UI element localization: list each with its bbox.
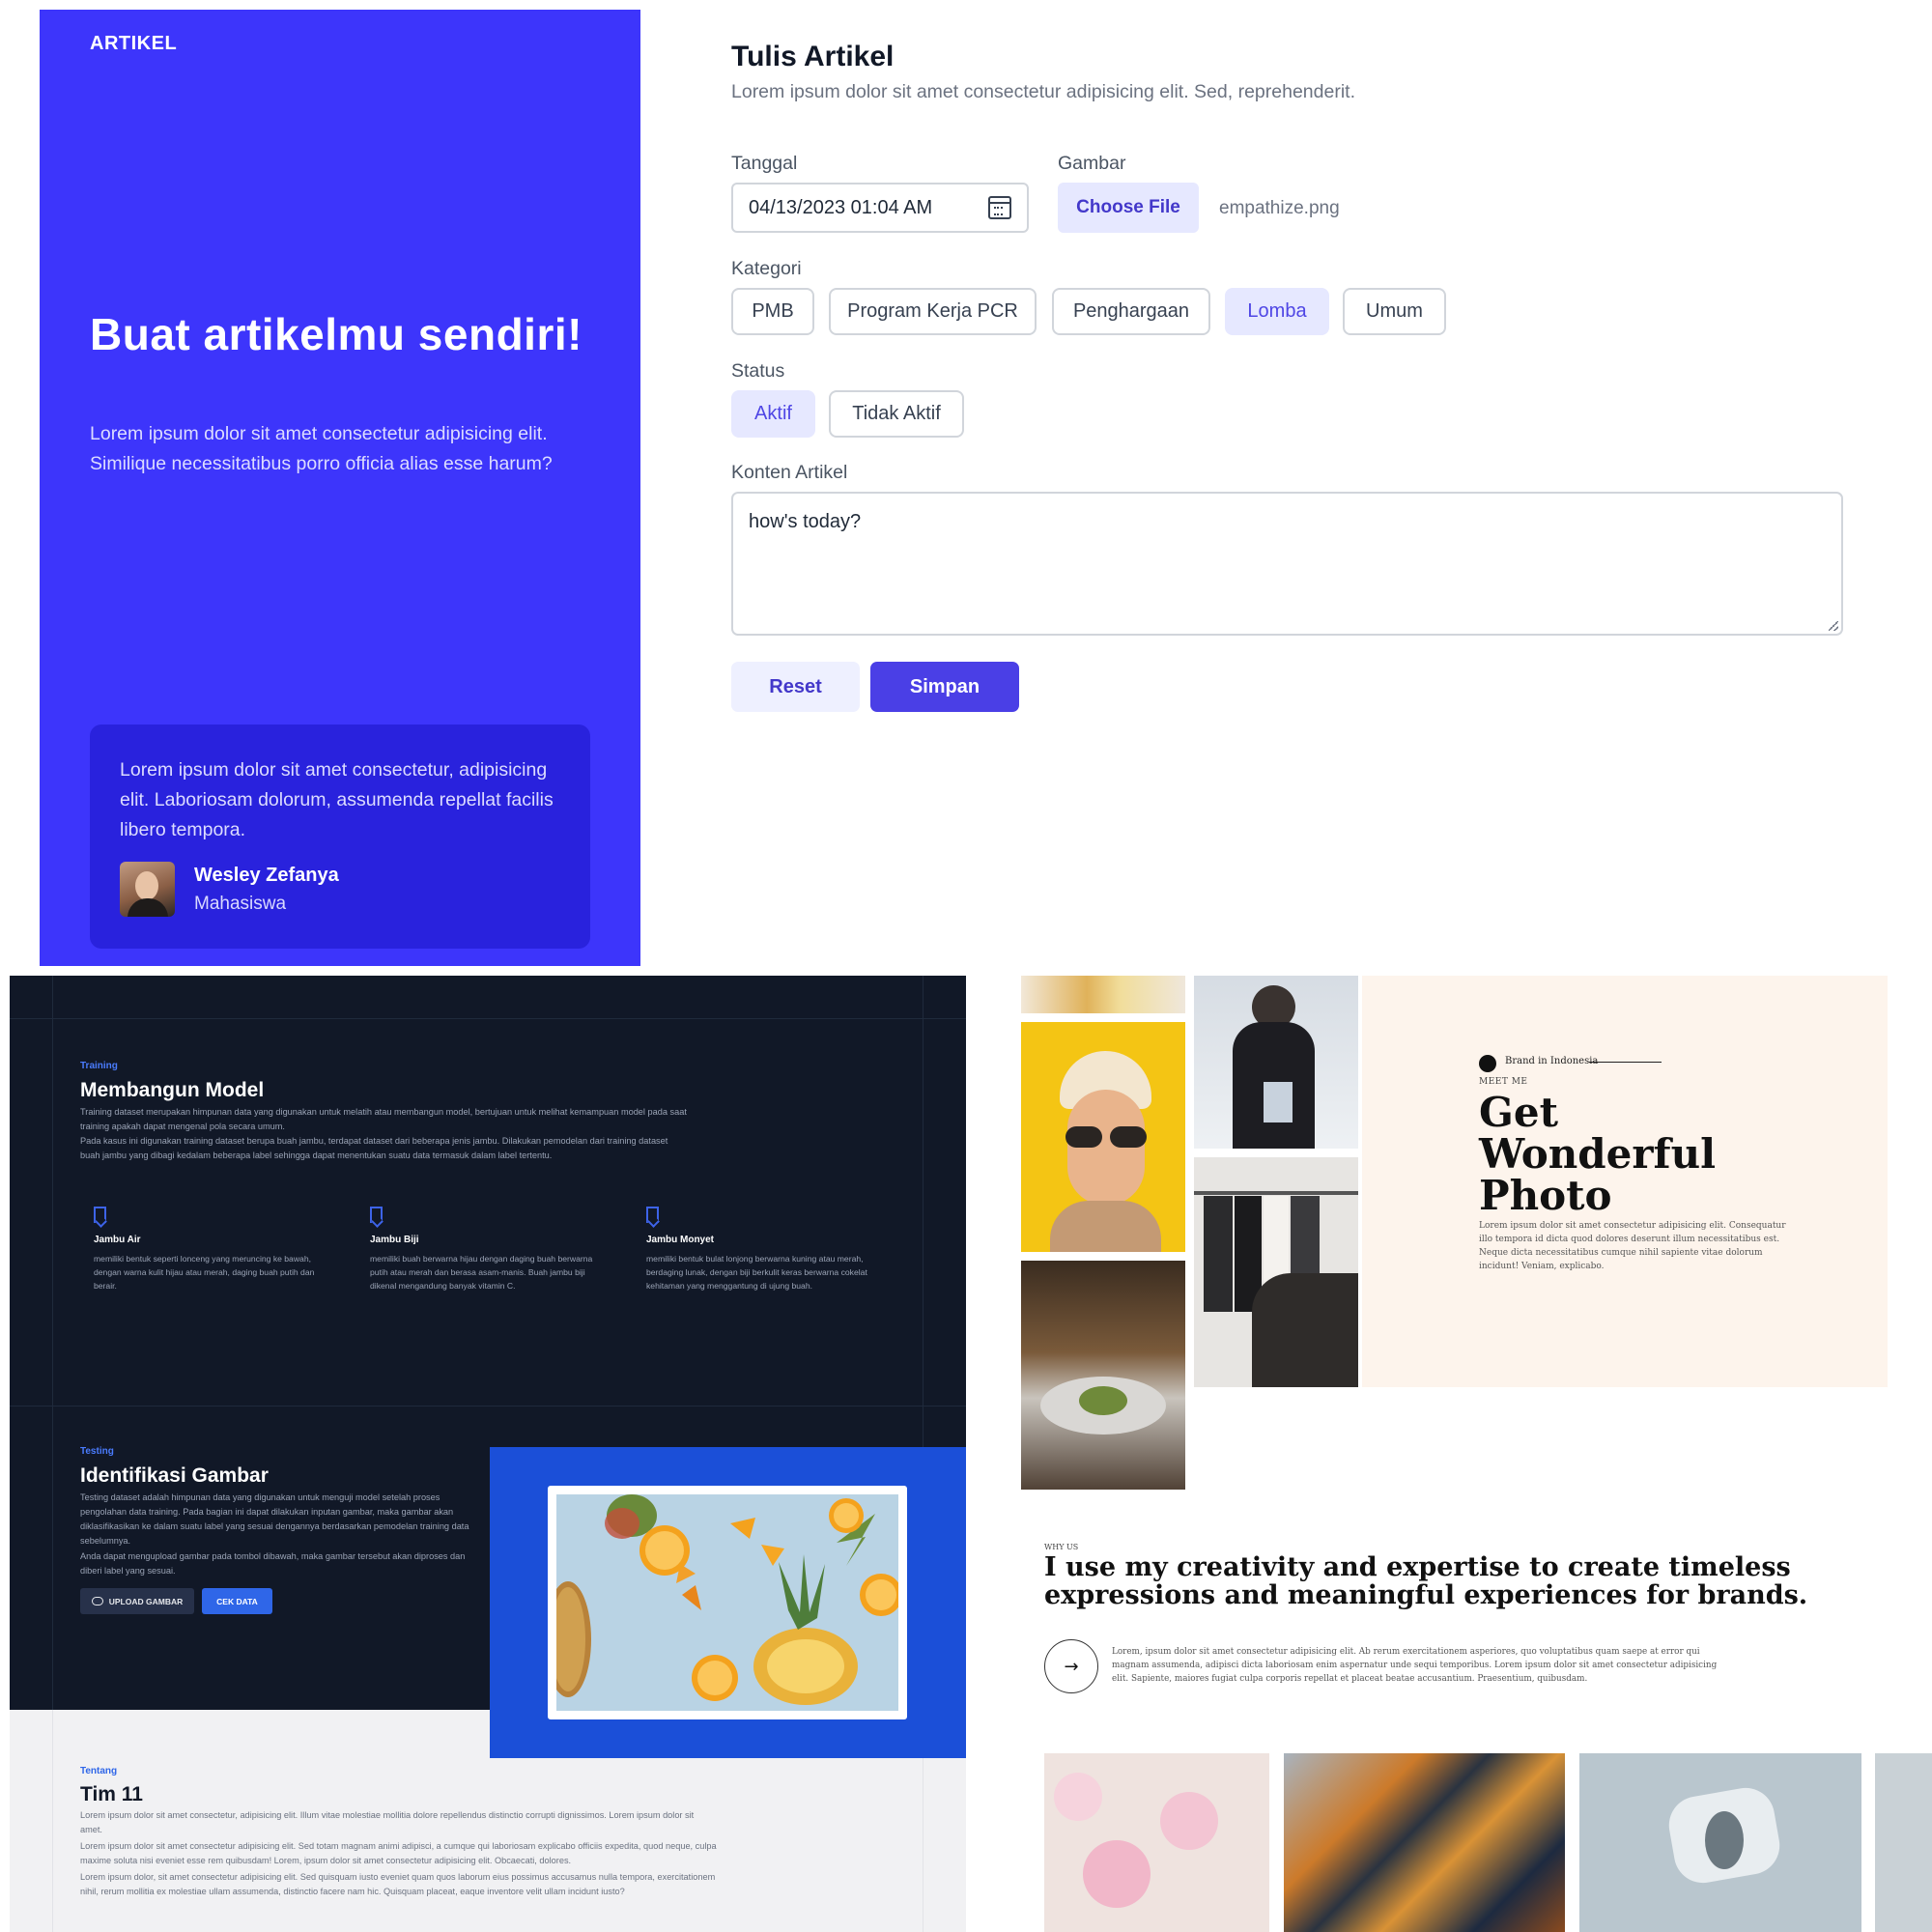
wardrobe-photo bbox=[1194, 1157, 1358, 1387]
training-eyebrow: Training bbox=[80, 1061, 118, 1071]
brand-divider bbox=[1589, 1062, 1662, 1063]
resize-handle-icon[interactable] bbox=[1829, 621, 1838, 631]
upload-label: UPLOAD GAMBAR bbox=[108, 1596, 184, 1606]
card-title: Jambu Monyet bbox=[646, 1235, 715, 1245]
calendar-icon[interactable] bbox=[988, 196, 1011, 219]
card-text: memiliki bentuk seperti lonceng yang mer… bbox=[94, 1254, 315, 1291]
date-value: 04/13/2023 01:04 AM bbox=[749, 196, 933, 218]
brand-label: Brand in Indonesia bbox=[1505, 1056, 1599, 1066]
bookmark-icon bbox=[370, 1207, 383, 1223]
cloud-upload-icon bbox=[91, 1597, 103, 1605]
file-name: empathize.png bbox=[1219, 198, 1340, 218]
meet-eyebrow: MEET ME bbox=[1479, 1077, 1528, 1087]
training-paragraph-2: Pada kasus ini digunakan training datase… bbox=[80, 1136, 668, 1160]
traveler-photo bbox=[1194, 976, 1358, 1149]
testing-title: Identifikasi Gambar bbox=[80, 1464, 269, 1487]
testimonial-card: Lorem ipsum dolor sit amet consectetur, … bbox=[90, 724, 590, 949]
partial-photo bbox=[1875, 1753, 1932, 1932]
why-paragraph: Lorem, ipsum dolor sit amet consectetur … bbox=[1112, 1647, 1718, 1684]
dinner-photo bbox=[1021, 1261, 1185, 1490]
artikel-hero-panel: ARTIKEL Buat artikelmu sendiri! Lorem ip… bbox=[40, 10, 640, 966]
category-label: Kategori bbox=[731, 258, 802, 279]
brand-logo: ARTIKEL bbox=[90, 33, 178, 54]
upload-image-button[interactable]: UPLOAD GAMBAR bbox=[80, 1588, 194, 1614]
category-pmb[interactable]: PMB bbox=[731, 288, 814, 335]
about-paragraph-2: Lorem ipsum dolor sit amet consectetur a… bbox=[80, 1841, 717, 1865]
card-title: Jambu Air bbox=[94, 1235, 141, 1245]
arrow-right-button[interactable]: → bbox=[1044, 1639, 1098, 1693]
save-button[interactable]: Simpan bbox=[870, 662, 1019, 712]
card-text: memiliki buah berwarna hijau dengan dagi… bbox=[370, 1254, 593, 1291]
training-paragraph-1: Training dataset merupakan himpunan data… bbox=[80, 1107, 687, 1131]
reset-button[interactable]: Reset bbox=[731, 662, 860, 712]
bookmark-icon bbox=[646, 1207, 659, 1223]
testing-eyebrow: Testing bbox=[80, 1446, 114, 1457]
about-paragraph-1: Lorem ipsum dolor sit amet consectetur, … bbox=[80, 1810, 695, 1834]
status-aktif[interactable]: Aktif bbox=[731, 390, 815, 438]
training-title: Membangun Model bbox=[80, 1079, 265, 1101]
about-eyebrow: Tentang bbox=[80, 1766, 118, 1776]
figurine-photo bbox=[1021, 976, 1185, 1013]
testing-paragraph-1: Testing dataset adalah himpunan data yan… bbox=[80, 1492, 469, 1546]
portrait-photo bbox=[1021, 1022, 1185, 1252]
category-umum[interactable]: Umum bbox=[1343, 288, 1446, 335]
hero-paragraph: Lorem ipsum dolor sit amet consectetur a… bbox=[1479, 1221, 1786, 1271]
page-title: Tulis Artikel bbox=[731, 41, 895, 72]
brand-logo-icon bbox=[1479, 1055, 1496, 1072]
card-title: Jambu Biji bbox=[370, 1235, 419, 1245]
author-role: Mahasiswa bbox=[194, 894, 287, 914]
category-penghargaan[interactable]: Penghargaan bbox=[1052, 288, 1210, 335]
foil-photo bbox=[1284, 1753, 1565, 1932]
testimonial-text: Lorem ipsum dolor sit amet consectetur, … bbox=[120, 759, 554, 840]
content-label: Konten Artikel bbox=[731, 462, 848, 483]
preview-image-frame bbox=[548, 1486, 907, 1719]
card-jambu-monyet bbox=[646, 1207, 659, 1223]
status-tidak-aktif[interactable]: Tidak Aktif bbox=[829, 390, 964, 438]
shadow-photo bbox=[1579, 1753, 1861, 1932]
content-value: how's today? bbox=[749, 511, 862, 532]
testing-paragraph-2: Anda dapat mengupload gambar pada tombol… bbox=[80, 1551, 466, 1576]
author-name: Wesley Zefanya bbox=[194, 865, 339, 886]
bookmark-icon bbox=[94, 1207, 106, 1223]
avatar bbox=[120, 862, 175, 917]
arrow-right-icon: → bbox=[1064, 1656, 1079, 1677]
image-label: Gambar bbox=[1058, 153, 1126, 174]
date-input[interactable]: 04/13/2023 01:04 AM bbox=[731, 183, 1029, 233]
card-text: memiliki bentuk bulat lonjong berwarna k… bbox=[646, 1254, 867, 1291]
status-label: Status bbox=[731, 360, 785, 382]
hero-subtitle: Lorem ipsum dolor sit amet consectetur a… bbox=[90, 423, 553, 474]
about-title: Tim 11 bbox=[80, 1783, 143, 1805]
content-textarea[interactable]: how's today? bbox=[731, 492, 1843, 636]
page-description: Lorem ipsum dolor sit amet consectetur a… bbox=[731, 81, 1355, 102]
fruit-photo bbox=[556, 1494, 898, 1711]
date-label: Tanggal bbox=[731, 153, 798, 174]
check-data-button[interactable]: CEK DATA bbox=[202, 1588, 272, 1614]
why-headline: I use my creativity and expertise to cre… bbox=[1044, 1552, 1808, 1610]
card-jambu-air bbox=[94, 1207, 106, 1223]
choose-file-button[interactable]: Choose File bbox=[1058, 183, 1199, 233]
category-lomba[interactable]: Lomba bbox=[1225, 288, 1329, 335]
hero-title: Buat artikelmu sendiri! bbox=[90, 309, 582, 359]
why-eyebrow: WHY US bbox=[1044, 1543, 1079, 1551]
flower-photo bbox=[1044, 1753, 1269, 1932]
hero-title: Get Wonderful Photo bbox=[1479, 1089, 1717, 1219]
about-paragraph-3: Lorem ipsum dolor, sit amet consectetur … bbox=[80, 1872, 716, 1896]
card-jambu-biji bbox=[370, 1207, 383, 1223]
category-program-kerja-pcr[interactable]: Program Kerja PCR bbox=[829, 288, 1037, 335]
